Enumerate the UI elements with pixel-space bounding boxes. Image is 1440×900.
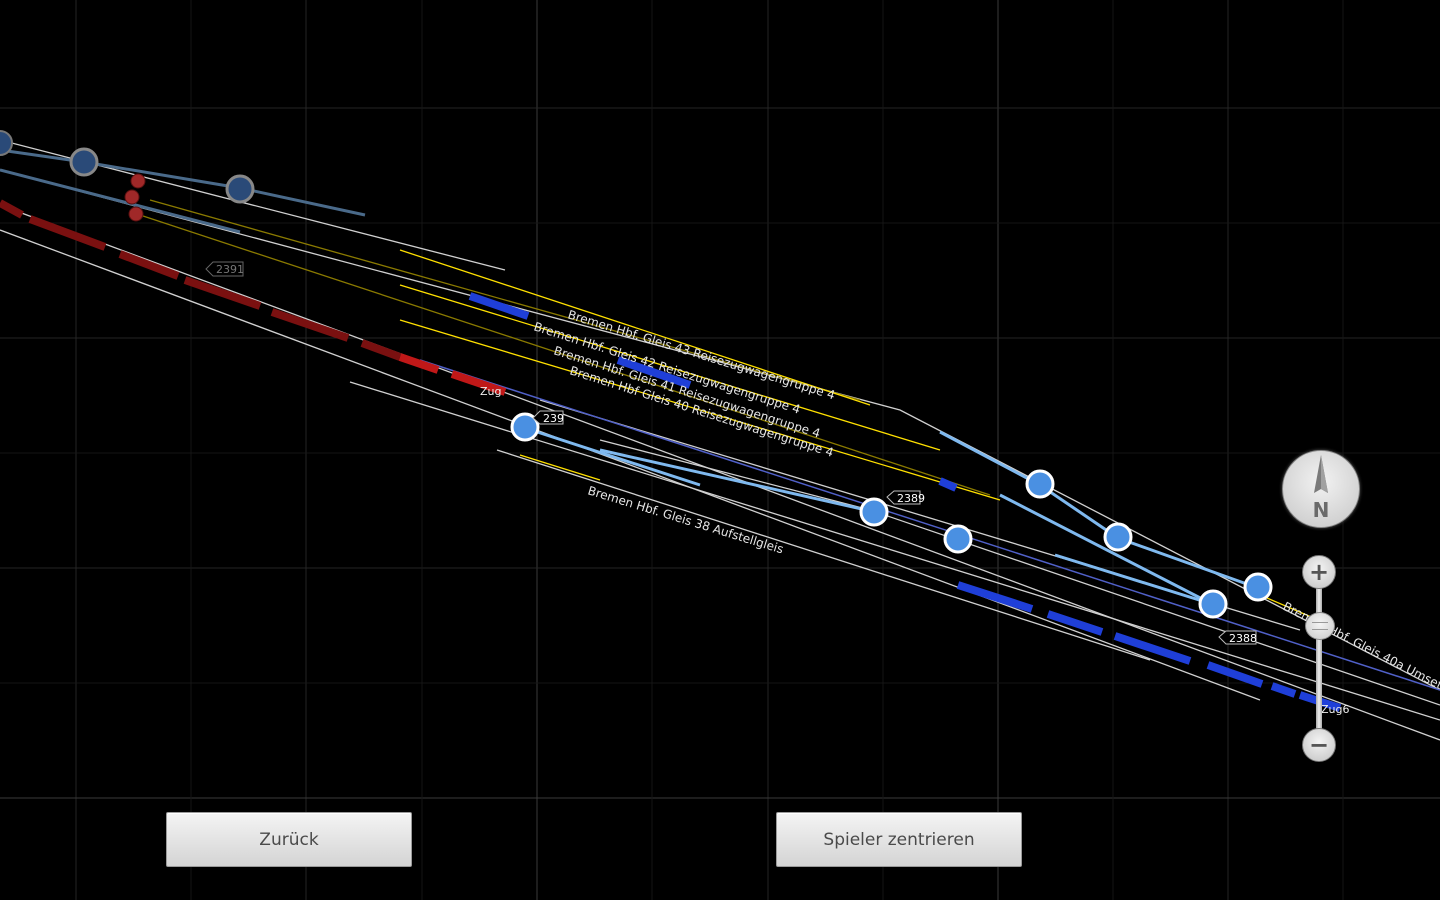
signal-tag: 2388 <box>1229 632 1257 645</box>
switch-node <box>225 174 255 204</box>
compass-button[interactable]: N <box>1282 450 1360 528</box>
signal-lamps <box>124 173 146 222</box>
switch-node <box>1243 572 1273 602</box>
tracks <box>0 139 1440 741</box>
signal-tag: 239 <box>543 412 564 425</box>
switch-node <box>1103 522 1133 552</box>
grid <box>0 0 1440 900</box>
track-label: Bremen Hbf. Gleis 41 Reisezugwagengruppe… <box>552 344 822 441</box>
signal-tag: 2391 <box>216 263 244 276</box>
switch-node <box>943 524 973 554</box>
compass-label: N <box>1312 498 1330 522</box>
zoom-in-button[interactable]: + <box>1302 555 1336 589</box>
switch-node <box>859 497 889 527</box>
train-tag: Zug6 <box>1321 703 1350 716</box>
track-map[interactable]: 2391 239 2389 2388 Zug Zug6 Bremen Hbf. … <box>0 0 1440 900</box>
center-player-button[interactable]: Spieler zentrieren <box>776 812 1022 867</box>
switch-node <box>69 147 99 177</box>
switch-node <box>1198 589 1228 619</box>
back-button[interactable]: Zurück <box>166 812 412 867</box>
zoom-out-button[interactable]: − <box>1302 728 1336 762</box>
track-label: Bremen Hbf. Gleis 38 Aufstellgleis <box>586 483 785 556</box>
zoom-slider-track[interactable] <box>1316 580 1322 740</box>
signal-tag: 2389 <box>897 492 925 505</box>
train-tag: Zug <box>480 385 502 398</box>
zoom-slider-handle[interactable] <box>1305 612 1335 640</box>
switch-node <box>1025 469 1055 499</box>
